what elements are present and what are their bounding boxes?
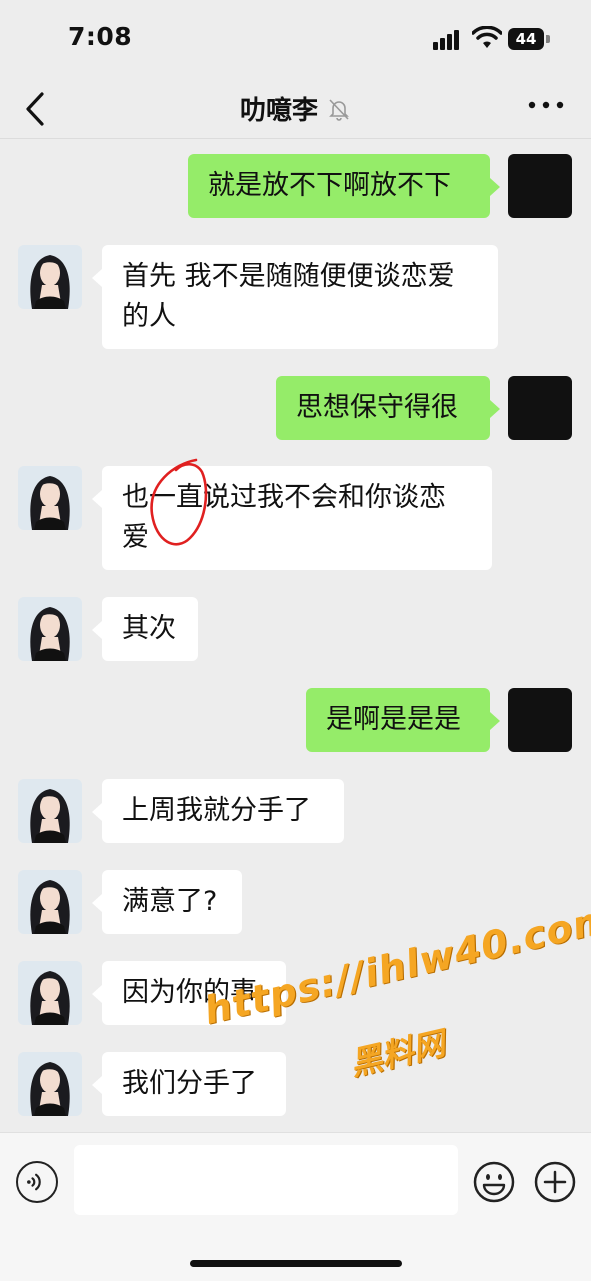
message-bubble-incoming[interactable]: 满意了? <box>102 870 242 934</box>
contact-avatar[interactable] <box>18 597 82 661</box>
bubble-tail <box>92 621 102 639</box>
bubble-tail <box>490 178 500 196</box>
message-bubble-incoming[interactable]: 我们分手了 <box>102 1052 286 1116</box>
portrait-avatar-icon <box>18 870 82 934</box>
bubble-tail <box>92 490 102 508</box>
message-bubble-outgoing[interactable]: 就是放不下啊放不下 <box>188 154 490 218</box>
message-bubble-incoming[interactable]: 其次 <box>102 597 198 661</box>
portrait-avatar-icon <box>18 597 82 661</box>
my-avatar[interactable] <box>508 154 572 218</box>
message-input-bar <box>0 1132 591 1281</box>
portrait-avatar-icon <box>18 466 82 530</box>
portrait-avatar-icon <box>18 779 82 843</box>
bubble-tail <box>490 400 500 418</box>
wifi-icon <box>472 26 502 48</box>
battery-icon: 44 <box>508 28 544 50</box>
contact-avatar[interactable] <box>18 1052 82 1116</box>
message-bubble-outgoing[interactable]: 是啊是是是 <box>306 688 490 752</box>
status-time: 7:08 <box>68 22 133 51</box>
bubble-tail <box>92 1076 102 1094</box>
emoji-icon[interactable] <box>473 1161 515 1203</box>
bubble-tail <box>92 985 102 1003</box>
portrait-avatar-icon <box>18 1052 82 1116</box>
message-input[interactable] <box>74 1145 458 1215</box>
chat-title[interactable]: 叻噫李 <box>240 96 318 126</box>
battery-cap <box>546 35 550 43</box>
chat-header: 叻噫李 <box>0 80 591 139</box>
status-bar: 7:08 44 <box>0 0 591 80</box>
message-bubble-incoming[interactable]: 上周我就分手了 <box>102 779 344 843</box>
my-avatar[interactable] <box>508 688 572 752</box>
contact-avatar[interactable] <box>18 870 82 934</box>
my-avatar[interactable] <box>508 376 572 440</box>
contact-avatar[interactable] <box>18 466 82 530</box>
contact-avatar[interactable] <box>18 779 82 843</box>
portrait-avatar-icon <box>18 961 82 1025</box>
bubble-tail <box>92 269 102 287</box>
more-dots-icon[interactable] <box>528 98 564 112</box>
voice-input-icon[interactable] <box>16 1161 58 1203</box>
cellular-signal-icon <box>433 30 459 50</box>
home-indicator[interactable] <box>190 1260 402 1267</box>
bubble-tail <box>92 894 102 912</box>
red-circle-annotation <box>150 458 208 546</box>
bell-slash-icon <box>329 98 349 121</box>
contact-avatar[interactable] <box>18 245 82 309</box>
contact-avatar[interactable] <box>18 961 82 1025</box>
plus-icon[interactable] <box>534 1161 576 1203</box>
portrait-avatar-icon <box>18 245 82 309</box>
message-bubble-outgoing[interactable]: 思想保守得很 <box>276 376 490 440</box>
bubble-tail <box>92 803 102 821</box>
chat-title-wrap: 叻噫李 <box>0 90 591 127</box>
message-bubble-incoming[interactable]: 首先 我不是随随便便谈恋爱的人 <box>102 245 498 349</box>
watermark-name: 黑料网 <box>346 1024 449 1083</box>
bubble-tail <box>490 712 500 730</box>
